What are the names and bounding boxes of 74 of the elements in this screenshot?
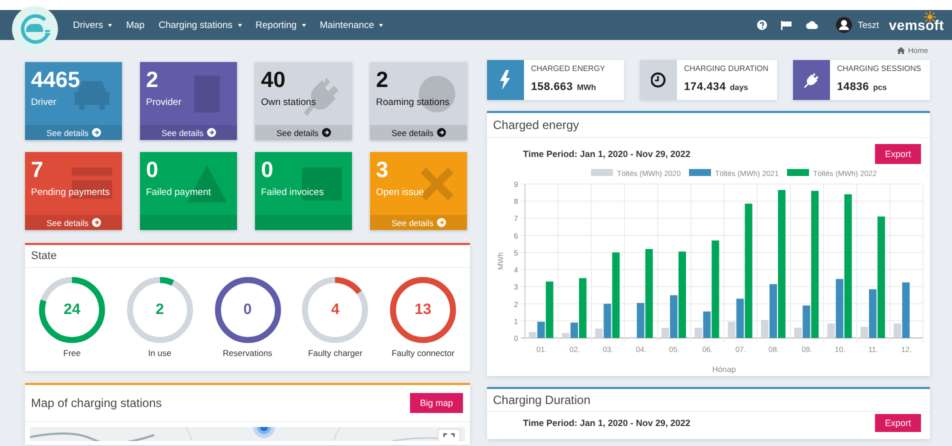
donut-chart bbox=[38, 276, 106, 344]
donut-value: 4 bbox=[330, 301, 340, 318]
nav-menu-item[interactable]: Drivers bbox=[73, 20, 112, 30]
plug-icon bbox=[804, 70, 819, 90]
tile-value: 0 bbox=[260, 156, 274, 183]
export-button[interactable]: Export bbox=[874, 144, 921, 164]
see-details-link[interactable]: See details bbox=[46, 128, 101, 138]
panel-title: Map of charging stations bbox=[30, 395, 163, 412]
donut-label: Free bbox=[63, 348, 81, 358]
help-icon[interactable] bbox=[756, 20, 767, 30]
donut-value: 13 bbox=[414, 301, 432, 318]
donut-chart bbox=[214, 276, 282, 344]
donut-chart bbox=[126, 276, 194, 344]
lightning-icon bbox=[498, 70, 513, 90]
home-icon bbox=[896, 47, 905, 54]
see-details-link[interactable]: See details bbox=[161, 128, 216, 138]
big-map-button[interactable]: Big map bbox=[410, 393, 463, 413]
see-details-link[interactable]: See details bbox=[391, 128, 446, 138]
export-button[interactable]: Export bbox=[874, 414, 921, 432]
panel-title: Charged energy bbox=[487, 113, 930, 138]
donut-value: 2 bbox=[154, 301, 165, 318]
user-avatar-icon[interactable] bbox=[836, 17, 852, 33]
tile-label: Driver bbox=[30, 96, 58, 108]
see-details-link[interactable]: See details bbox=[276, 128, 331, 138]
tile-value: 7 bbox=[30, 156, 44, 183]
tile-value: 40 bbox=[260, 66, 286, 93]
nav-menu-item[interactable]: Reporting bbox=[256, 20, 306, 30]
tile-value: 2 bbox=[375, 66, 390, 93]
tile-value: 0 bbox=[145, 156, 160, 183]
tile-label: Open issue bbox=[375, 186, 426, 198]
arrow-circle-icon bbox=[92, 218, 101, 227]
nav-menu-item[interactable]: Map bbox=[126, 20, 145, 30]
donut-value: 24 bbox=[62, 301, 82, 318]
info-box-value: 14836 bbox=[837, 81, 870, 93]
time-period-label: Time Period: Jan 1, 2020 - Nov 29, 2022 bbox=[523, 418, 690, 428]
info-box-value: 158.663 bbox=[531, 81, 573, 93]
donut-value: 0 bbox=[242, 301, 253, 318]
donut-label: Faulty charger bbox=[308, 348, 362, 358]
flag-icon[interactable] bbox=[780, 20, 792, 30]
tile-label: Own stations bbox=[260, 96, 317, 108]
cloud-icon[interactable] bbox=[806, 21, 818, 29]
info-box-value: 174.434 bbox=[684, 81, 726, 93]
axis-label: Hónap bbox=[712, 365, 736, 374]
panel-title: State bbox=[25, 245, 470, 268]
donut-label: Faulty connector bbox=[392, 348, 454, 358]
clock-icon bbox=[651, 70, 666, 90]
donut-chart bbox=[301, 276, 370, 344]
donut-label: Reservations bbox=[222, 348, 272, 358]
logo-icon[interactable] bbox=[12, 6, 58, 52]
see-details-link[interactable]: See details bbox=[46, 218, 101, 228]
info-box-unit: days bbox=[730, 83, 748, 92]
donut-label: In use bbox=[148, 348, 172, 358]
info-box-unit: pcs bbox=[873, 83, 887, 92]
tile-value: 4465 bbox=[30, 66, 81, 93]
arrow-circle-icon bbox=[92, 128, 101, 137]
arrow-circle-icon bbox=[436, 218, 446, 227]
arrow-circle-icon bbox=[206, 128, 216, 137]
nav-menu-item[interactable]: Charging stations bbox=[158, 20, 242, 30]
donut-chart bbox=[389, 276, 457, 344]
tile-label: Pending payments bbox=[30, 186, 111, 198]
tile-value: 3 bbox=[375, 156, 390, 183]
tile-label: Provider bbox=[145, 96, 182, 108]
tile-value: 2 bbox=[145, 66, 160, 93]
tile-label: Failed invoices bbox=[260, 186, 325, 198]
time-period-label: Time Period: Jan 1, 2020 - Nov 29, 2022 bbox=[523, 149, 690, 159]
user-name[interactable]: Teszt bbox=[858, 20, 879, 30]
info-box-unit: MWh bbox=[576, 83, 596, 92]
brand-name: vemsoft bbox=[888, 17, 944, 33]
arrow-circle-icon bbox=[322, 128, 331, 137]
nav-menu-item[interactable]: Maintenance bbox=[320, 20, 384, 30]
arrow-circle-icon bbox=[436, 128, 446, 137]
tile-label: Roaming stations bbox=[375, 96, 450, 108]
panel-title: Charging Duration bbox=[487, 389, 930, 412]
tile-label: Failed payment bbox=[145, 186, 212, 198]
